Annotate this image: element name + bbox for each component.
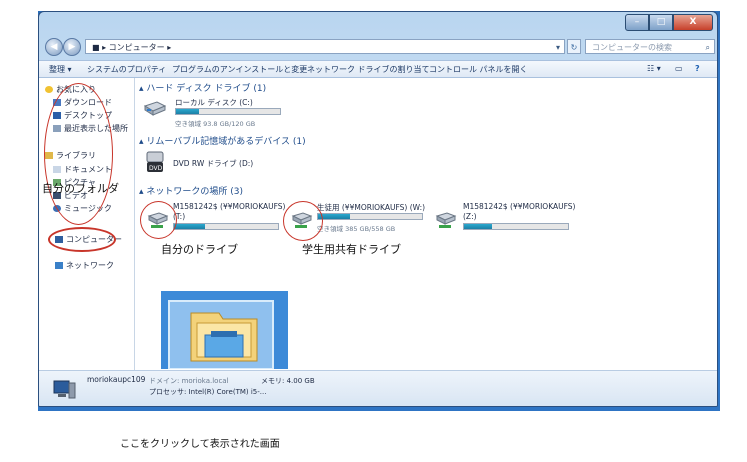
dvd-drive-name[interactable]: DVD RW ドライブ (D:): [173, 158, 253, 169]
my-drive-annotation-ellipse: [140, 201, 177, 239]
pc-icon: [53, 380, 77, 400]
local-disk-usage-bar: [175, 108, 281, 115]
shared-drive-annotation-ellipse: [283, 201, 323, 241]
window-controls: – □ X: [625, 14, 713, 31]
close-button[interactable]: X: [673, 14, 713, 31]
dvd-label: DVD: [149, 165, 163, 172]
refresh-button[interactable]: ↻: [567, 39, 581, 54]
network-drive-t-usage-fill: [174, 224, 206, 229]
local-disk-name[interactable]: ローカル ディスク (C:): [175, 97, 253, 108]
hdd-group-header[interactable]: ▴ ハード ディスク ドライブ (1): [139, 81, 266, 94]
network-drive-t-name[interactable]: M1581242$ (¥¥MORIOKAUFS): [173, 202, 285, 211]
network-drive-t-usage-bar: [173, 223, 279, 230]
maximize-button[interactable]: □: [649, 14, 673, 31]
back-button[interactable]: ◀: [45, 38, 63, 56]
network-drive-w-usage-bar: [317, 213, 423, 220]
network-drive-w-name[interactable]: 生徒用 (¥¥MORIOKAUFS) (W:): [317, 202, 425, 213]
pc-processor: プロセッサ: Intel(R) Core(TM) i5-...: [149, 388, 267, 396]
pc-domain: ドメイン: morioka.local: [149, 377, 229, 385]
my-drive-annotation: 自分のドライブ: [161, 243, 238, 256]
computer-annotation-ellipse: [48, 227, 116, 252]
preview-pane-icon[interactable]: ▭: [675, 64, 683, 73]
minimize-button[interactable]: –: [625, 14, 649, 31]
forward-button[interactable]: ▶: [63, 38, 81, 56]
view-options-icon[interactable]: ☷ ▾: [647, 64, 661, 73]
pc-name: moriokaupc109: [87, 375, 146, 384]
star-icon: [45, 86, 53, 93]
command-bar: 整理 ▾ システムのプロパティ プログラムのアンインストールと変更 ネットワーク…: [39, 60, 717, 78]
dvd-drive-icon[interactable]: DVD: [145, 150, 167, 174]
uninstall-button[interactable]: プログラムのアンインストールと変更: [172, 64, 307, 75]
network-drive-z-usage-fill: [464, 224, 493, 229]
shared-drive-annotation: 学生用共有ドライブ: [302, 243, 401, 256]
search-icon[interactable]: ⌕: [706, 40, 710, 55]
network-drive-z-usage-bar: [463, 223, 569, 230]
pc-memory: メモリ: 4.00 GB: [261, 377, 315, 385]
explorer-window: – □ X ◀ ▶ ■ ▸ コンピューター ▸ ▾ ↻ コンピューターの検索 ⌕…: [38, 11, 718, 407]
address-row: ◀ ▶ ■ ▸ コンピューター ▸ ▾ ↻ コンピューターの検索 ⌕: [45, 38, 715, 56]
removable-group-header[interactable]: ▴ リムーバブル記憶域があるデバイス (1): [139, 134, 306, 147]
system-properties-button[interactable]: システムのプロパティ: [87, 64, 166, 75]
network-group-header[interactable]: ▴ ネットワークの場所 (3): [139, 184, 243, 197]
address-path: ■ ▸ コンピューター ▸: [92, 43, 172, 52]
local-disk-free: 空き領域 93.8 GB/120 GB: [175, 120, 256, 128]
help-icon[interactable]: ?: [695, 64, 700, 73]
nav-network-label: ネットワーク: [66, 261, 114, 270]
organize-button[interactable]: 整理 ▾: [49, 64, 72, 75]
control-panel-button[interactable]: コントロール パネルを開く: [429, 64, 528, 75]
network-drive-z-icon[interactable]: [435, 210, 457, 230]
removable-group-label: リムーバブル記憶域があるデバイス (1): [146, 137, 306, 147]
hdd-group-label: ハード ディスク ドライブ (1): [146, 84, 267, 94]
search-input[interactable]: コンピューターの検索 ⌕: [585, 39, 715, 54]
network-drive-w-free: 空き領域 385 GB/558 GB: [317, 225, 396, 233]
network-drive-z-name[interactable]: M1581242$ (¥¥MORIOKAUFS): [463, 202, 575, 211]
map-drive-button[interactable]: ネットワーク ドライブの割り当て: [307, 64, 430, 75]
explorer-thumbnail: [161, 291, 288, 369]
search-placeholder: コンピューターの検索: [592, 43, 672, 52]
folder-annotation-ellipse: [44, 83, 113, 225]
my-folder-annotation: 自分のフォルダ: [42, 182, 119, 195]
nav-network[interactable]: ネットワーク: [55, 260, 114, 271]
network-icon: [55, 262, 63, 269]
folder-icon: [161, 291, 288, 369]
address-dropdown-icon[interactable]: ▾: [556, 40, 560, 55]
address-bar[interactable]: ■ ▸ コンピューター ▸ ▾: [85, 39, 565, 54]
local-disk-usage-fill: [176, 109, 199, 114]
local-disk-icon[interactable]: [143, 98, 167, 118]
network-drive-z-letter: (Z:): [463, 212, 477, 221]
screenshot-caption: ここをクリックして表示された画面: [120, 439, 280, 450]
details-pane: moriokaupc109 ドメイン: morioka.local メモリ: 4…: [39, 370, 717, 406]
network-group-label: ネットワークの場所 (3): [146, 187, 244, 197]
